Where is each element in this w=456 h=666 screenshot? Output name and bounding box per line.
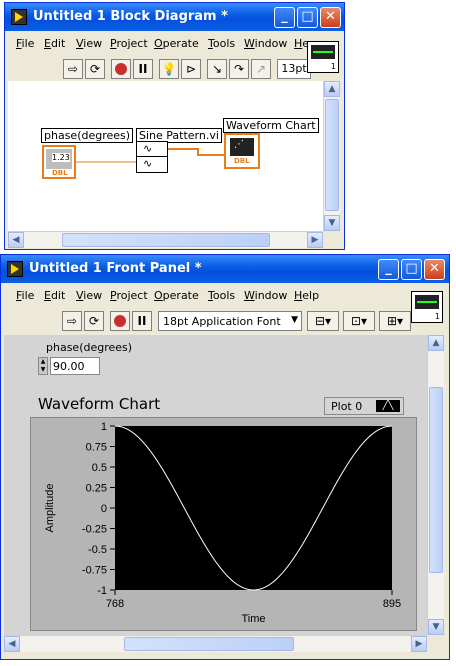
chart-title: Waveform Chart <box>38 395 161 413</box>
y-axis-label: Amplitude <box>44 484 56 533</box>
run-arrow-icon[interactable]: ⇨ <box>63 59 83 79</box>
x-tick-label: 768 <box>106 598 124 610</box>
menu-bar: File Edit View Project Operate Tools Win… <box>8 33 341 55</box>
x-axis-label: Time <box>241 613 265 625</box>
maximize-button[interactable]: □ <box>401 259 422 280</box>
menu-project[interactable]: Project <box>110 289 148 302</box>
font-select[interactable]: 13pt <box>277 59 311 79</box>
scroll-thumb[interactable] <box>124 637 294 651</box>
y-tick-label: -0.75 <box>82 565 107 577</box>
menu-edit[interactable]: Edit <box>44 37 65 50</box>
diagram-vertical-scrollbar[interactable]: ▲ ▼ <box>323 81 340 231</box>
plot-area <box>115 426 392 590</box>
front-panel-titlebar[interactable]: Untitled 1 Front Panel * _ □ ✕ <box>1 255 449 283</box>
legend-series-name: Plot 0 <box>331 400 363 413</box>
wires <box>76 148 224 163</box>
vi-icon[interactable]: 1 <box>307 41 339 73</box>
waveform-chart[interactable]: 1 0.75 0.5 0.25 0 -0.25 -0.5 -0.75 -1 768 895 Time A… <box>30 417 417 631</box>
font-select-value: 18pt Application Font <box>163 315 281 328</box>
maximize-button[interactable]: □ <box>297 7 318 28</box>
run-arrow-icon[interactable]: ⇨ <box>62 311 82 331</box>
highlight-execution-icon[interactable]: 💡 <box>159 59 179 79</box>
x-tick-label: 895 <box>383 598 401 610</box>
labview-app-icon <box>11 9 27 25</box>
y-tick-label: 0.25 <box>86 483 107 495</box>
scroll-left-icon[interactable]: ◀ <box>4 636 20 652</box>
chevron-down-icon: ▼ <box>291 315 298 325</box>
wire-sine-to-chart <box>168 148 224 156</box>
legend-line-icon: ╱╲ <box>376 400 400 412</box>
abort-icon[interactable] <box>111 59 131 79</box>
scroll-down-icon[interactable]: ▼ <box>428 619 444 635</box>
panel-horizontal-scrollbar[interactable]: ◀ ▶ <box>4 635 427 652</box>
scroll-thumb[interactable] <box>62 233 270 247</box>
menu-tools[interactable]: Tools <box>208 289 235 302</box>
diagram-canvas[interactable]: phase(degrees) 1.23 DBL Sine Pattern.vi … <box>8 81 323 231</box>
resize-objects-icon[interactable]: ⊞▾ <box>379 311 411 331</box>
pause-icon[interactable]: II <box>133 59 153 79</box>
y-tick-label: 0.5 <box>92 462 107 474</box>
menu-view[interactable]: View <box>76 37 102 50</box>
labview-app-icon <box>7 261 23 277</box>
menu-operate[interactable]: Operate <box>154 289 199 302</box>
distribute-objects-icon[interactable]: ⊡▾ <box>343 311 375 331</box>
vi-icon[interactable]: 1 <box>411 291 443 323</box>
y-tick-label: 0 <box>101 503 107 515</box>
scroll-left-icon[interactable]: ◀ <box>8 232 24 248</box>
menu-view[interactable]: View <box>76 289 102 302</box>
plot-legend[interactable]: Plot 0 ╱╲ <box>324 397 404 415</box>
block-diagram-titlebar[interactable]: Untitled 1 Block Diagram * _ □ ✕ <box>5 3 344 31</box>
chart-svg: 1 0.75 0.5 0.25 0 -0.25 -0.5 -0.75 -1768 895 Time A… <box>44 421 401 625</box>
menu-window[interactable]: Window <box>244 37 287 50</box>
scroll-thumb[interactable] <box>429 387 443 573</box>
phase-numeric-control[interactable]: ▲ ▼ 90.00 <box>38 357 106 375</box>
window-title: Untitled 1 Block Diagram * <box>33 9 228 24</box>
align-objects-icon[interactable]: ⊟▾ <box>307 311 339 331</box>
menu-project[interactable]: Project <box>110 37 148 50</box>
pause-icon[interactable]: II <box>132 311 152 331</box>
diagram-horizontal-scrollbar[interactable]: ◀ ▶ <box>8 231 323 248</box>
step-into-icon[interactable]: ↘ <box>207 59 227 79</box>
run-continuously-icon[interactable]: ⟳ <box>85 59 105 79</box>
menu-bar: File Edit View Project Operate Tools Win… <box>4 285 446 307</box>
scroll-down-icon[interactable]: ▼ <box>324 215 340 231</box>
phase-value-field[interactable]: 90.00 <box>50 357 100 375</box>
run-continuously-icon[interactable]: ⟳ <box>84 311 104 331</box>
menu-file[interactable]: File <box>16 37 34 50</box>
scroll-up-icon[interactable]: ▲ <box>324 81 340 97</box>
step-out-icon[interactable]: ↗ <box>251 59 271 79</box>
scroll-right-icon[interactable]: ▶ <box>411 636 427 652</box>
phase-control-label: phase(degrees) <box>46 341 133 354</box>
font-select[interactable]: 18pt Application Font ▼ <box>158 311 302 331</box>
step-over-icon[interactable]: ↷ <box>229 59 249 79</box>
close-button[interactable]: ✕ <box>424 259 445 280</box>
window-title: Untitled 1 Front Panel * <box>29 261 202 276</box>
scroll-up-icon[interactable]: ▲ <box>428 335 444 351</box>
scroll-thumb[interactable] <box>325 99 339 211</box>
close-button[interactable]: ✕ <box>320 7 341 28</box>
menu-tools[interactable]: Tools <box>208 37 235 50</box>
panel-vertical-scrollbar[interactable]: ▲ ▼ <box>427 335 444 635</box>
scroll-right-icon[interactable]: ▶ <box>307 232 323 248</box>
retain-wire-values-icon[interactable]: ⊳ <box>181 59 201 79</box>
front-panel-canvas[interactable]: phase(degrees) ▲ ▼ 90.00 Waveform Chart P… <box>4 335 427 635</box>
abort-icon[interactable] <box>110 311 130 331</box>
menu-window[interactable]: Window <box>244 289 287 302</box>
increment-decrement-arrows[interactable]: ▲ ▼ <box>38 357 48 375</box>
y-tick-label: 1 <box>101 421 107 433</box>
menu-file[interactable]: File <box>16 289 34 302</box>
minimize-button[interactable]: _ <box>378 259 399 280</box>
y-tick-label: -1 <box>97 585 107 597</box>
menu-edit[interactable]: Edit <box>44 289 65 302</box>
menu-help[interactable]: Help <box>294 289 319 302</box>
y-tick-label: -0.25 <box>82 524 107 536</box>
block-diagram-window: Untitled 1 Block Diagram * _ □ ✕ File Ed… <box>4 2 345 250</box>
menu-operate[interactable]: Operate <box>154 37 199 50</box>
front-panel-window: Untitled 1 Front Panel * _ □ ✕ File Edit… <box>0 254 450 660</box>
y-tick-label: 0.75 <box>86 442 107 454</box>
y-tick-label: -0.5 <box>88 544 107 556</box>
minimize-button[interactable]: _ <box>274 7 295 28</box>
